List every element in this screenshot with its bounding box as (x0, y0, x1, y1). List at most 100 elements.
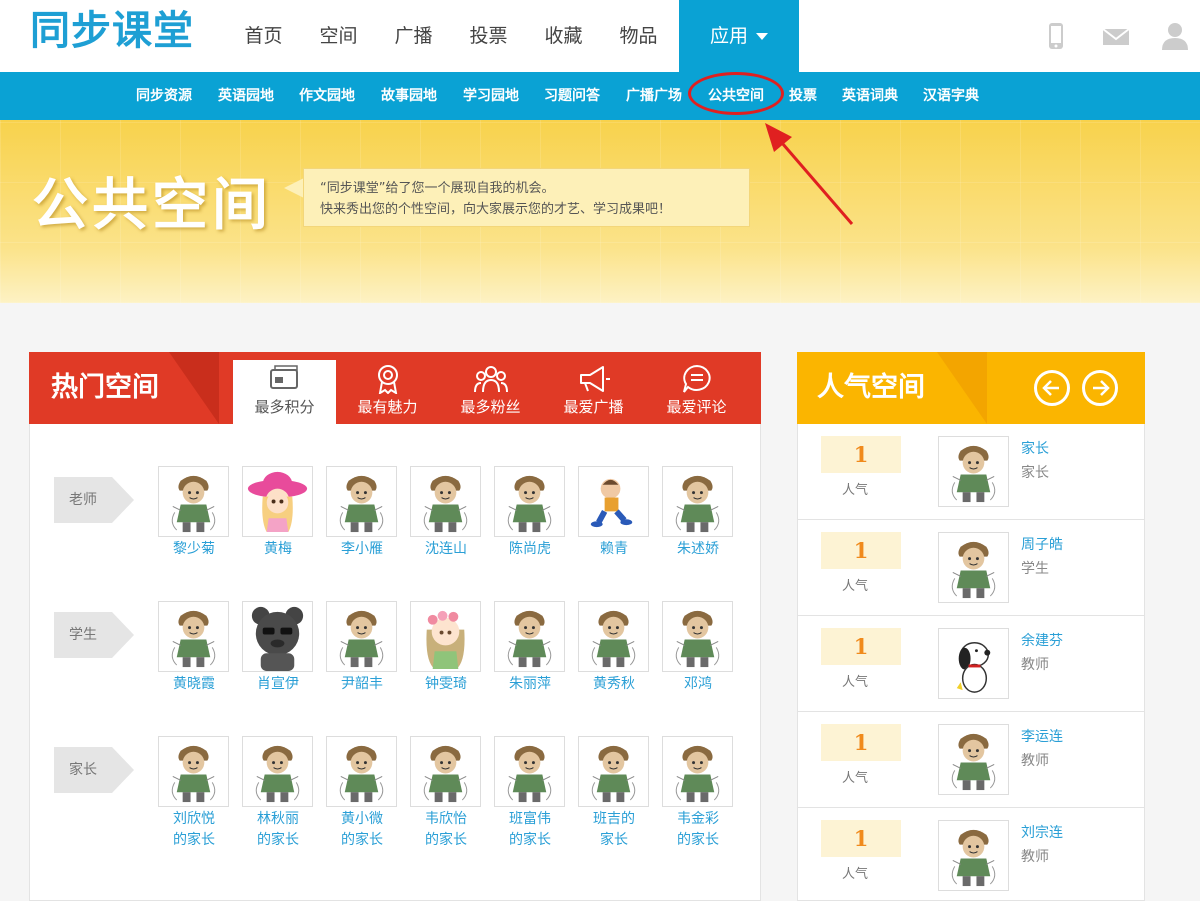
avatar[interactable] (410, 736, 481, 807)
hot-spaces-title: 热门空间 (51, 372, 159, 403)
next-button[interactable] (1082, 370, 1118, 406)
category-teacher: 老师 (54, 477, 134, 523)
subnav-exercise-qa[interactable]: 习题问答 (544, 72, 600, 120)
avatar[interactable] (938, 724, 1009, 795)
member-name[interactable]: 周子皓 (1021, 534, 1063, 554)
nav-items[interactable]: 物品 (601, 0, 676, 72)
avatar[interactable] (410, 601, 481, 672)
member-name[interactable]: 黄小微 的家长 (320, 809, 404, 851)
member-name[interactable]: 黄秀秋 (572, 674, 656, 695)
avatar[interactable] (242, 601, 313, 672)
member-name[interactable]: 林秋丽 的家长 (236, 809, 320, 851)
member-name-line: 的家长 (677, 832, 719, 848)
popularity-label: 人气 (841, 867, 868, 882)
member-name[interactable]: 朱丽萍 (488, 674, 572, 695)
avatar[interactable] (326, 601, 397, 672)
member-name[interactable]: 黄梅 (236, 539, 320, 560)
top-bar: 同步课堂 首页 空间 广播 投票 收藏 物品 应用 (0, 0, 1200, 72)
banner-line-2: 快来秀出您的个性空间，向大家展示您的才艺、学习成果吧！ (320, 202, 672, 217)
avatar[interactable] (662, 466, 733, 537)
avatar[interactable] (242, 466, 313, 537)
member-name[interactable]: 韦欣怡 的家长 (404, 809, 488, 851)
mobile-icon[interactable] (1042, 22, 1070, 50)
tab-most-fans[interactable]: 最多粉丝 (439, 360, 542, 424)
nav-space[interactable]: 空间 (301, 0, 376, 72)
member-name[interactable]: 刘欣悦 的家长 (152, 809, 236, 851)
member-name[interactable]: 黎少菊 (152, 539, 236, 560)
nav-broadcast[interactable]: 广播 (376, 0, 451, 72)
avatar[interactable] (494, 466, 565, 537)
popular-spaces-header: 人气空间 (797, 352, 1145, 424)
tab-label: 最有魅力 (357, 398, 418, 416)
member-name[interactable]: 刘宗连 (1021, 822, 1063, 842)
subnav-broadcast-square[interactable]: 广播广场 (626, 72, 682, 120)
nav-favorites[interactable]: 收藏 (526, 0, 601, 72)
member-name-line: 朱述娇 (677, 541, 719, 557)
tab-most-charm[interactable]: 最有魅力 (336, 360, 439, 424)
member-name[interactable]: 尹韶丰 (320, 674, 404, 695)
tab-favorite-comment[interactable]: 最爱评论 (645, 360, 748, 424)
nav-app-menu[interactable]: 应用 (679, 0, 799, 72)
member-name-line: 黎少菊 (173, 541, 215, 557)
avatar[interactable] (158, 601, 229, 672)
subnav-story-garden[interactable]: 故事园地 (381, 72, 437, 120)
member-name[interactable]: 李小雁 (320, 539, 404, 560)
member-name-line: 李小雁 (341, 541, 383, 557)
avatar[interactable] (938, 436, 1009, 507)
member-name[interactable]: 李运连 (1021, 726, 1063, 746)
member-name[interactable]: 沈连山 (404, 539, 488, 560)
avatar[interactable] (662, 601, 733, 672)
popularity-count: 1 (821, 820, 901, 857)
popular-item: 1 人气 周子皓 学生 (797, 520, 1145, 616)
subnav-study-garden[interactable]: 学习园地 (463, 72, 519, 120)
member-name[interactable]: 陈尚虎 (488, 539, 572, 560)
avatar[interactable] (662, 736, 733, 807)
member-name[interactable]: 肖宣伊 (236, 674, 320, 695)
member-name[interactable]: 黄晓霞 (152, 674, 236, 695)
avatar[interactable] (578, 466, 649, 537)
member-name[interactable]: 朱述娇 (656, 539, 740, 560)
member-name[interactable]: 余建芬 (1021, 630, 1063, 650)
member-name[interactable]: 家长 (1021, 438, 1049, 458)
member-name-line: 韦欣怡 (425, 811, 467, 827)
subnav-sync-resources[interactable]: 同步资源 (136, 72, 192, 120)
subnav-english-garden[interactable]: 英语园地 (218, 72, 274, 120)
member-name[interactable]: 钟雯琦 (404, 674, 488, 695)
avatar[interactable] (938, 820, 1009, 891)
user-icon[interactable] (1160, 20, 1190, 50)
nav-vote[interactable]: 投票 (451, 0, 526, 72)
member-name[interactable]: 邓鸿 (656, 674, 740, 695)
tab-most-points[interactable]: 最多积分 (233, 360, 336, 424)
member-name[interactable]: 班富伟 的家长 (488, 809, 572, 851)
member-role: 家长 (1021, 465, 1049, 481)
member-role: 教师 (1021, 657, 1049, 673)
member-name[interactable]: 赖青 (572, 539, 656, 560)
subnav-chinese-dictionary[interactable]: 汉语字典 (923, 72, 979, 120)
tab-favorite-broadcast[interactable]: 最爱广播 (542, 360, 645, 424)
site-logo[interactable]: 同步课堂 (30, 6, 210, 56)
avatar[interactable] (158, 466, 229, 537)
card-icon (269, 365, 298, 389)
avatar[interactable] (326, 466, 397, 537)
avatar[interactable] (326, 736, 397, 807)
avatar[interactable] (410, 466, 481, 537)
avatar[interactable] (494, 601, 565, 672)
subnav-vote[interactable]: 投票 (789, 72, 817, 120)
subnav-english-dictionary[interactable]: 英语词典 (842, 72, 898, 120)
member-name[interactable]: 班吉的 家长 (572, 809, 656, 851)
avatar[interactable] (242, 736, 313, 807)
avatar[interactable] (578, 601, 649, 672)
prev-button[interactable] (1034, 370, 1070, 406)
category-label: 老师 (54, 477, 112, 523)
nav-home[interactable]: 首页 (226, 0, 301, 72)
avatar[interactable] (578, 736, 649, 807)
avatar[interactable] (938, 532, 1009, 603)
avatar[interactable] (158, 736, 229, 807)
mail-icon[interactable] (1102, 22, 1130, 50)
subnav-essay-garden[interactable]: 作文园地 (299, 72, 355, 120)
avatar[interactable] (938, 628, 1009, 699)
member-role: 学生 (1021, 561, 1049, 577)
megaphone-icon (579, 366, 610, 392)
member-name[interactable]: 韦金彩 的家长 (656, 809, 740, 851)
avatar[interactable] (494, 736, 565, 807)
